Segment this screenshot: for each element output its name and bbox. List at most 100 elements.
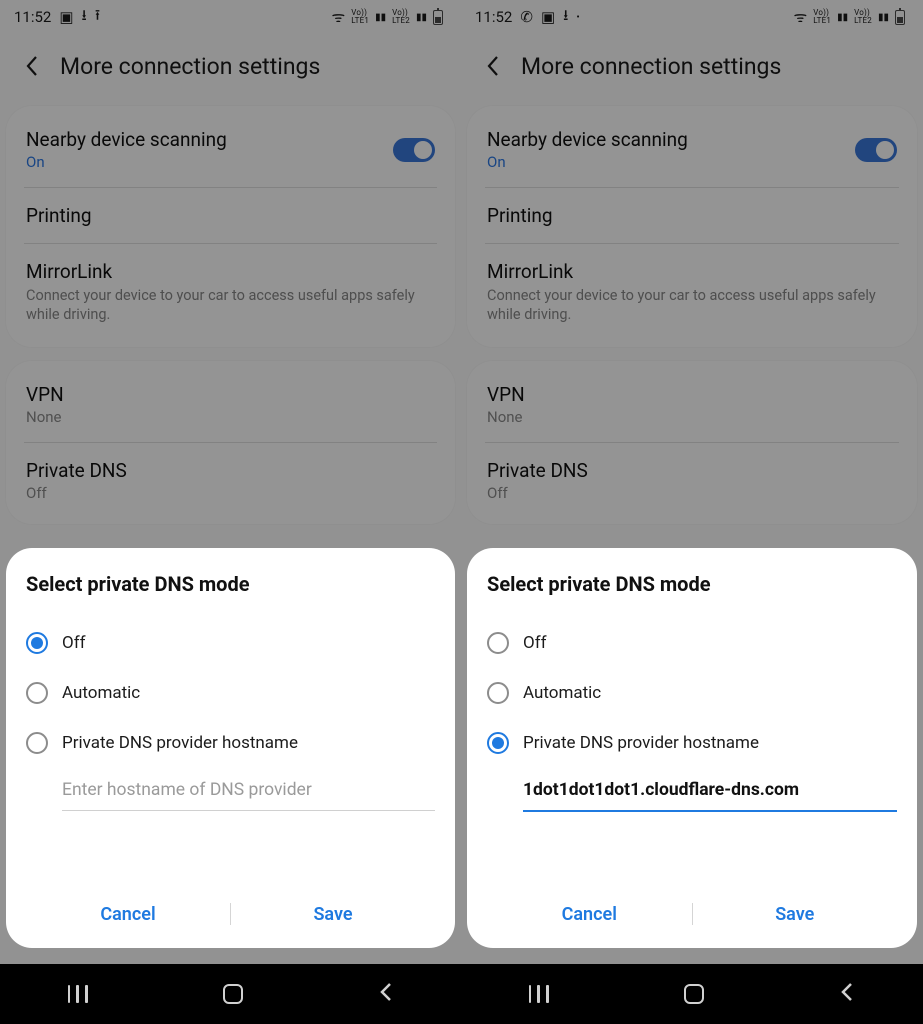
radio-automatic[interactable]: Automatic — [26, 668, 435, 718]
radio-off[interactable]: Off — [26, 618, 435, 668]
signal2-icon: ▮▮ — [416, 12, 427, 23]
status-bar: 11:52 ✆ ▣ ⭳ • ᯤ Vo))LTE1 ▮▮ Vo))LTE2 ▮▮ — [461, 0, 923, 34]
nav-home[interactable] — [223, 984, 243, 1004]
upload-icon: ⭱ — [95, 5, 100, 30]
cancel-button[interactable]: Cancel — [487, 904, 692, 925]
row-sub: Off — [26, 484, 435, 502]
dialog-title: Select private DNS mode — [26, 572, 435, 596]
radio-off[interactable]: Off — [487, 618, 897, 668]
radio-icon — [487, 632, 509, 654]
radio-hostname[interactable]: Private DNS provider hostname — [26, 718, 435, 768]
appbar: More connection settings — [0, 34, 461, 98]
row-title: Printing — [26, 204, 435, 227]
row-sub: On — [487, 153, 688, 171]
nav-back[interactable] — [839, 982, 855, 1006]
download-icon: ⭳ — [563, 5, 568, 30]
save-button[interactable]: Save — [231, 904, 435, 925]
page-title: More connection settings — [60, 53, 320, 80]
row-title: VPN — [487, 383, 897, 406]
back-button[interactable] — [18, 52, 46, 80]
toggle-nearby[interactable] — [855, 138, 897, 162]
image-icon: ▣ — [59, 8, 73, 26]
row-title: Private DNS — [487, 459, 897, 482]
phone-right: 11:52 ✆ ▣ ⭳ • ᯤ Vo))LTE1 ▮▮ Vo))LTE2 ▮▮ … — [461, 0, 923, 1024]
row-desc: Connect your device to your car to acces… — [26, 287, 435, 325]
dialog-actions: Cancel Save — [487, 886, 897, 942]
battery-icon — [895, 10, 905, 25]
row-printing[interactable]: Printing — [24, 187, 437, 243]
row-nearby-scanning[interactable]: Nearby device scanning On — [24, 112, 437, 187]
row-desc: Connect your device to your car to acces… — [487, 287, 897, 325]
dot-icon: • — [576, 12, 579, 23]
radio-icon — [26, 682, 48, 704]
phone-left: 11:52 ▣ ⭳ ⭱ ᯤ Vo))LTE1 ▮▮ Vo))LTE2 ▮▮ Mo… — [0, 0, 461, 1024]
sim1-indicator: Vo))LTE1 — [351, 9, 369, 25]
radio-icon — [487, 732, 509, 754]
radio-label: Private DNS provider hostname — [523, 733, 759, 753]
navbar — [0, 964, 461, 1024]
radio-hostname[interactable]: Private DNS provider hostname — [487, 718, 897, 768]
download-icon: ⭳ — [82, 5, 87, 30]
hostname-input[interactable] — [62, 772, 435, 811]
whatsapp-icon: ✆ — [520, 8, 533, 26]
nav-back[interactable] — [378, 982, 394, 1006]
status-bar: 11:52 ▣ ⭳ ⭱ ᯤ Vo))LTE1 ▮▮ Vo))LTE2 ▮▮ — [0, 0, 461, 34]
row-title: VPN — [26, 383, 435, 406]
radio-icon — [26, 732, 48, 754]
row-nearby-scanning[interactable]: Nearby device scanning On — [485, 112, 899, 187]
settings-group-2: VPN None Private DNS Off — [6, 361, 455, 524]
settings-group-1: Nearby device scanning On Printing Mirro… — [6, 106, 455, 347]
nav-home[interactable] — [684, 984, 704, 1004]
private-dns-dialog: Select private DNS mode Off Automatic Pr… — [467, 548, 917, 948]
navbar — [461, 964, 923, 1024]
row-title: Printing — [487, 204, 897, 227]
radio-label: Off — [523, 633, 547, 653]
row-vpn[interactable]: VPN None — [485, 367, 899, 442]
nav-recent[interactable] — [68, 985, 88, 1003]
row-printing[interactable]: Printing — [485, 187, 899, 243]
dialog-title: Select private DNS mode — [487, 572, 897, 596]
nav-recent[interactable] — [529, 985, 549, 1003]
radio-label: Automatic — [523, 683, 601, 703]
radio-label: Automatic — [62, 683, 140, 703]
sim2-indicator: Vo))LTE2 — [392, 9, 410, 25]
signal1-icon: ▮▮ — [837, 12, 848, 23]
status-time: 11:52 — [475, 8, 512, 26]
row-title: Private DNS — [26, 459, 435, 482]
wifi-icon: ᯤ — [794, 7, 808, 27]
wifi-icon: ᯤ — [332, 7, 346, 27]
radio-icon — [487, 682, 509, 704]
private-dns-dialog: Select private DNS mode Off Automatic Pr… — [6, 548, 455, 948]
hostname-input[interactable] — [523, 772, 897, 812]
row-title: MirrorLink — [487, 260, 897, 283]
row-title: Nearby device scanning — [26, 128, 227, 151]
toggle-nearby[interactable] — [393, 138, 435, 162]
row-sub: Off — [487, 484, 897, 502]
settings-group-2: VPN None Private DNS Off — [467, 361, 917, 524]
radio-automatic[interactable]: Automatic — [487, 668, 897, 718]
page-title: More connection settings — [521, 53, 781, 80]
signal2-icon: ▮▮ — [878, 12, 889, 23]
row-private-dns[interactable]: Private DNS Off — [485, 442, 899, 518]
row-sub: On — [26, 153, 227, 171]
row-title: MirrorLink — [26, 260, 435, 283]
back-button[interactable] — [479, 52, 507, 80]
row-mirrorlink[interactable]: MirrorLink Connect your device to your c… — [24, 243, 437, 341]
row-mirrorlink[interactable]: MirrorLink Connect your device to your c… — [485, 243, 899, 341]
settings-group-1: Nearby device scanning On Printing Mirro… — [467, 106, 917, 347]
dialog-actions: Cancel Save — [26, 886, 435, 942]
row-vpn[interactable]: VPN None — [24, 367, 437, 442]
row-private-dns[interactable]: Private DNS Off — [24, 442, 437, 518]
row-sub: None — [26, 408, 435, 426]
status-time: 11:52 — [14, 8, 51, 26]
radio-label: Private DNS provider hostname — [62, 733, 298, 753]
image-icon: ▣ — [541, 8, 555, 26]
appbar: More connection settings — [461, 34, 923, 98]
sim2-indicator: Vo))LTE2 — [854, 9, 872, 25]
cancel-button[interactable]: Cancel — [26, 904, 230, 925]
save-button[interactable]: Save — [693, 904, 898, 925]
radio-icon — [26, 632, 48, 654]
battery-icon — [433, 10, 443, 25]
row-title: Nearby device scanning — [487, 128, 688, 151]
sim1-indicator: Vo))LTE1 — [813, 9, 831, 25]
